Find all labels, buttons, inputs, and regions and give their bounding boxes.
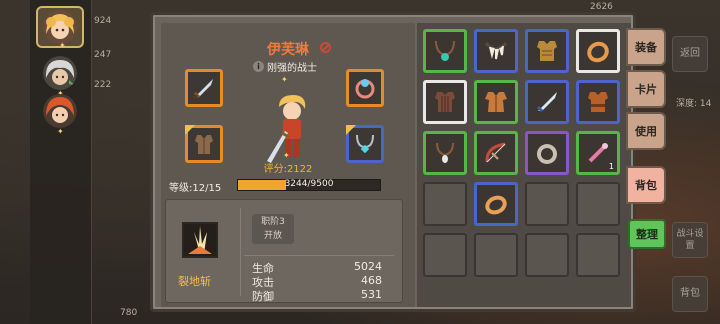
hero-portrait-3[interactable]: ✦: [36, 90, 84, 136]
xp-bar: 3244/9500: [237, 179, 381, 191]
chest-armor-icon: [537, 41, 557, 61]
hero-avatar-redhead: [43, 94, 77, 128]
necklace-slot[interactable]: [346, 125, 384, 163]
stage-line1: 职阶3: [261, 217, 285, 227]
ground-slash-skill-icon[interactable]: [182, 222, 218, 258]
class-stage-badge[interactable]: 职阶3 开放: [252, 214, 294, 244]
star-icon: ✦: [59, 41, 66, 50]
hero-portrait-2[interactable]: ✦: [36, 52, 84, 98]
hero-sidebar: ✦ ✦ ✦: [30, 0, 92, 324]
back-button[interactable]: 返回: [672, 36, 708, 72]
sort-button[interactable]: 整理: [628, 219, 666, 249]
hero-character-sprite: [267, 95, 306, 163]
star-icon: ✦: [281, 75, 288, 84]
inventory-item[interactable]: [474, 80, 518, 124]
inventory-item[interactable]: 1: [576, 131, 620, 175]
inventory-item[interactable]: [525, 80, 569, 124]
bow-icon: [485, 142, 506, 163]
skill-box: 裂地斩 职阶3 开放 生命 5024 攻击 468 防御 531: [165, 199, 403, 303]
bag-button[interactable]: 背包: [672, 276, 708, 312]
leather-armor-icon: [435, 92, 455, 112]
tab-use[interactable]: 使用: [626, 112, 666, 150]
ring-icon: [537, 144, 557, 164]
inventory-panel: 1: [417, 23, 631, 307]
inventory-empty-slot[interactable]: [525, 233, 569, 277]
tooth-necklace-icon: [484, 41, 508, 60]
weapon-slot[interactable]: [185, 69, 223, 107]
stat-value: 5024: [354, 260, 382, 273]
inventory-item[interactable]: [423, 80, 467, 124]
sword-icon: [192, 79, 213, 100]
inventory-item[interactable]: [576, 29, 620, 73]
xp-text: 3244/9500: [284, 179, 334, 189]
inventory-item[interactable]: [474, 131, 518, 175]
stat-value: 531: [361, 288, 382, 301]
bg-number: 780: [120, 308, 138, 318]
hero-portrait-1[interactable]: ✦: [36, 6, 84, 50]
star-icon: ✦: [57, 127, 64, 136]
sword-icon: [536, 92, 557, 113]
accessory-slot[interactable]: [346, 69, 384, 107]
star-icon: ✦: [283, 151, 290, 160]
depth-text: 深度: 14: [676, 99, 712, 109]
inventory-item[interactable]: [423, 29, 467, 73]
inventory-empty-slot[interactable]: [576, 233, 620, 277]
inventory-item[interactable]: [423, 131, 467, 175]
inventory-item[interactable]: [525, 29, 569, 73]
stat-label: 防御: [252, 290, 274, 303]
ring-icon: [587, 41, 609, 63]
stat-row-defense: 防御 531: [252, 288, 382, 304]
hero-avatar-silver: [43, 56, 77, 90]
tab-card[interactable]: 卡片: [626, 70, 666, 108]
bg-number: 247: [94, 50, 112, 60]
skill-name: 裂地斩: [178, 275, 211, 288]
level-text: 等级:12/15: [169, 183, 222, 194]
inventory-empty-slot[interactable]: [423, 233, 467, 277]
score-text: 评分:2122: [263, 164, 313, 175]
wand-icon: [588, 143, 608, 163]
stage-line2: 开放: [263, 231, 282, 241]
amulet-icon: [435, 40, 455, 61]
robe-icon: [485, 92, 507, 112]
pendant-icon: [436, 142, 454, 163]
ring-gem-icon: [355, 79, 375, 99]
bg-number: 924: [94, 16, 112, 26]
info-icon[interactable]: i: [253, 61, 264, 72]
inventory-empty-slot[interactable]: [525, 182, 569, 226]
tab-equip[interactable]: 装备: [626, 28, 666, 66]
battle-settings-button[interactable]: 战斗设置: [672, 222, 708, 258]
bg-number: 2626: [590, 2, 613, 12]
inventory-item[interactable]: [474, 29, 518, 73]
inventory-empty-slot[interactable]: [423, 182, 467, 226]
armor-slot[interactable]: [185, 125, 223, 163]
forbidden-icon[interactable]: [320, 42, 331, 53]
divider: [240, 208, 241, 296]
inventory-item[interactable]: [474, 182, 518, 226]
inventory-empty-slot[interactable]: [474, 233, 518, 277]
hero-avatar-blonde: [43, 10, 77, 44]
stat-value: 468: [361, 274, 382, 287]
inventory-empty-slot[interactable]: [576, 182, 620, 226]
divider: [244, 255, 394, 256]
inventory-item[interactable]: [525, 131, 569, 175]
inventory-item[interactable]: [576, 80, 620, 124]
item-count: 1: [608, 162, 614, 171]
tunic-icon: [588, 92, 608, 112]
hero-title: 刚强的战士: [267, 63, 317, 74]
hero-name: 伊芙琳: [267, 42, 309, 58]
bg-number: 222: [94, 80, 112, 90]
character-panel: 伊芙琳 i 刚强的战士 ✦ ✦ 评分:2122 等级:12/15 3244/95…: [161, 23, 415, 307]
ring-icon: [485, 195, 507, 215]
tab-bag[interactable]: 背包: [626, 166, 666, 204]
hero-detail-panel: 伊芙琳 i 刚强的战士 ✦ ✦ 评分:2122 等级:12/15 3244/95…: [150, 12, 636, 312]
